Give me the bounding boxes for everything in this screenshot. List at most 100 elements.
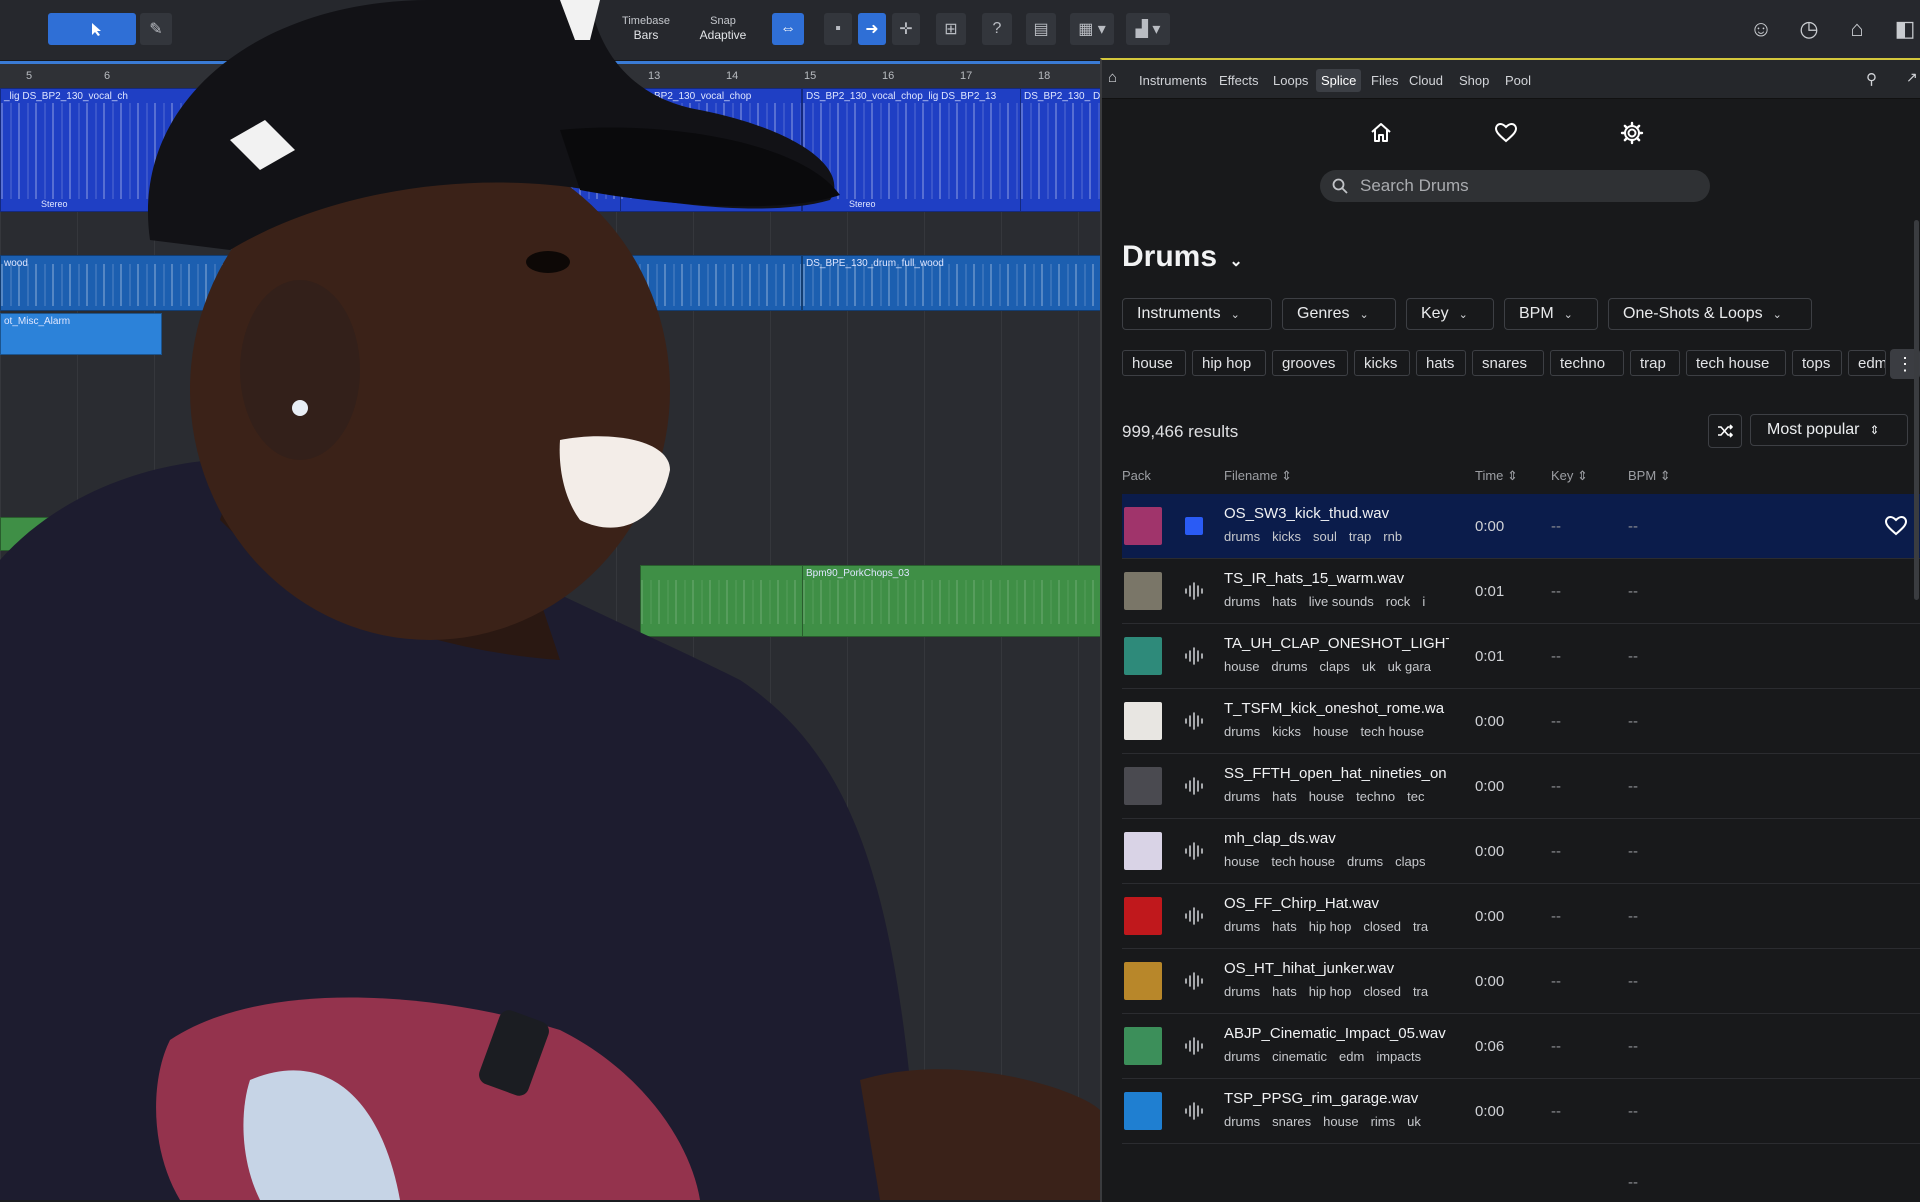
tag-chip[interactable]: kicks [1354, 350, 1410, 376]
search-box[interactable] [1320, 170, 1710, 202]
result-tag[interactable]: drums [1224, 529, 1260, 544]
waveform-icon[interactable] [1184, 841, 1204, 861]
tab-files[interactable]: Files [1366, 69, 1403, 92]
result-tag[interactable]: tech house [1360, 724, 1424, 739]
tab-effects[interactable]: Effects [1214, 69, 1264, 92]
result-tag[interactable]: hats [1272, 919, 1297, 934]
favorites-button[interactable] [1489, 116, 1523, 150]
result-tag[interactable]: closed [1363, 984, 1401, 999]
waveform-icon[interactable] [1184, 1101, 1204, 1121]
column-filename[interactable]: Filename ⇕ [1224, 468, 1292, 484]
shuffle-button[interactable] [1708, 414, 1742, 448]
result-tag[interactable]: hats [1272, 594, 1297, 609]
column-bpm[interactable]: BPM ⇕ [1628, 468, 1671, 484]
pack-artwork[interactable] [1124, 702, 1162, 740]
result-tag[interactable]: soul [1313, 529, 1337, 544]
pack-artwork[interactable] [1124, 1027, 1162, 1065]
column-key[interactable]: Key ⇕ [1551, 468, 1588, 484]
tag-chip[interactable]: hip hop [1192, 350, 1266, 376]
result-tag[interactable]: drums [1224, 724, 1260, 739]
result-tag[interactable]: impacts [1376, 1049, 1421, 1064]
result-row[interactable]: TA_UH_CLAP_ONESHOT_LIGHT_ house drums claps… [1122, 624, 1920, 689]
waveform-icon[interactable] [1184, 971, 1204, 991]
waveform-icon[interactable] [1184, 1036, 1204, 1056]
result-tag[interactable]: i [1422, 594, 1425, 609]
waveform-icon[interactable] [1184, 776, 1204, 796]
result-tag[interactable]: tech house [1271, 854, 1335, 869]
heart-icon[interactable] [1884, 514, 1908, 538]
result-tag[interactable]: hip hop [1309, 984, 1352, 999]
filter-genres[interactable]: Genres ⌄ [1282, 298, 1396, 330]
result-row[interactable]: OS_FF_Chirp_Hat.wav drums hats hip hop close… [1122, 884, 1920, 949]
tag-chip[interactable]: techno [1550, 350, 1624, 376]
result-row[interactable]: SS_FFTH_open_hat_nineties_on drums hats hou… [1122, 754, 1920, 819]
result-tag[interactable]: techno [1356, 789, 1395, 804]
result-tag[interactable]: claps [1395, 854, 1425, 869]
result-tag[interactable]: house [1323, 1114, 1358, 1129]
scrollbar[interactable] [1914, 220, 1919, 600]
result-tag[interactable]: uk [1362, 659, 1376, 674]
user-button[interactable]: ☺ [1746, 14, 1776, 44]
browser-search-icon[interactable]: ⚲ [1866, 70, 1877, 88]
tag-chip[interactable]: house [1122, 350, 1186, 376]
result-tag[interactable]: tra [1413, 919, 1428, 934]
result-tag[interactable]: house [1309, 789, 1344, 804]
tab-loops[interactable]: Loops [1268, 69, 1313, 92]
browser-home-icon[interactable]: ⌂ [1108, 69, 1117, 86]
result-tag[interactable]: snares [1272, 1114, 1311, 1129]
tab-instruments[interactable]: Instruments [1134, 69, 1212, 92]
result-tag[interactable]: uk gara [1388, 659, 1431, 674]
panel-toggle-button[interactable]: ◧ [1890, 14, 1920, 44]
tab-shop[interactable]: Shop [1454, 69, 1494, 92]
pack-artwork[interactable] [1124, 962, 1162, 1000]
result-tag[interactable]: drums [1224, 1049, 1260, 1064]
pack-artwork[interactable] [1124, 1092, 1162, 1130]
tag-chip[interactable]: snares [1472, 350, 1544, 376]
waveform-icon[interactable] [1184, 581, 1204, 601]
pack-artwork[interactable] [1124, 507, 1162, 545]
result-tag[interactable]: live sounds [1309, 594, 1374, 609]
result-row[interactable]: TS_IR_hats_15_warm.wav drums hats live soun… [1122, 559, 1920, 624]
result-tag[interactable]: house [1313, 724, 1348, 739]
pack-artwork[interactable] [1124, 832, 1162, 870]
expand-icon[interactable]: ↗ [1906, 69, 1918, 86]
home-button[interactable]: ⌂ [1842, 14, 1872, 44]
waveform-icon[interactable] [1184, 646, 1204, 666]
result-tag[interactable]: hats [1272, 984, 1297, 999]
result-tag[interactable]: uk [1407, 1114, 1421, 1129]
result-tag[interactable]: hats [1272, 789, 1297, 804]
result-row[interactable]: ABJP_Cinematic_Impact_05.wav drums cinemat… [1122, 1014, 1920, 1079]
result-tag[interactable]: trap [1349, 529, 1371, 544]
tab-splice[interactable]: Splice [1316, 69, 1362, 92]
settings-button[interactable] [1615, 116, 1649, 150]
category-dropdown[interactable]: Drums ⌄ [1122, 240, 1243, 274]
tab-cloud[interactable]: Cloud [1404, 69, 1448, 92]
pack-artwork[interactable] [1124, 767, 1162, 805]
pack-artwork[interactable] [1124, 897, 1162, 935]
filter-instruments[interactable]: Instruments ⌄ [1122, 298, 1272, 330]
result-tag[interactable]: house [1224, 854, 1259, 869]
result-row[interactable]: mh_clap_ds.wav house tech house drums claps 0… [1122, 819, 1920, 884]
result-tag[interactable]: house [1224, 659, 1259, 674]
result-tag[interactable]: rnb [1383, 529, 1402, 544]
splice-home-button[interactable] [1364, 116, 1398, 150]
result-tag[interactable]: cinematic [1272, 1049, 1327, 1064]
result-tag[interactable]: kicks [1272, 724, 1301, 739]
tag-chip[interactable]: tops [1792, 350, 1842, 376]
column-time[interactable]: Time ⇕ [1475, 468, 1518, 484]
result-tag[interactable]: closed [1363, 919, 1401, 934]
result-tag[interactable]: drums [1224, 789, 1260, 804]
result-tag[interactable]: hip hop [1309, 919, 1352, 934]
result-row[interactable]: OS_SW3_kick_thud.wav drums kicks soul trap rn… [1122, 494, 1920, 559]
waveform-icon[interactable] [1184, 711, 1204, 731]
result-tag[interactable]: kicks [1272, 529, 1301, 544]
pack-artwork[interactable] [1124, 572, 1162, 610]
tab-pool[interactable]: Pool [1500, 69, 1536, 92]
result-tag[interactable]: tra [1413, 984, 1428, 999]
result-tag[interactable]: tec [1407, 789, 1424, 804]
tempo-button[interactable]: ◷ [1794, 14, 1824, 44]
waveform-icon[interactable] [1184, 906, 1204, 926]
result-row[interactable]: TSP_PPSG_rim_garage.wav drums snares house r… [1122, 1079, 1920, 1144]
pack-artwork[interactable] [1124, 637, 1162, 675]
result-tag[interactable]: drums [1271, 659, 1307, 674]
